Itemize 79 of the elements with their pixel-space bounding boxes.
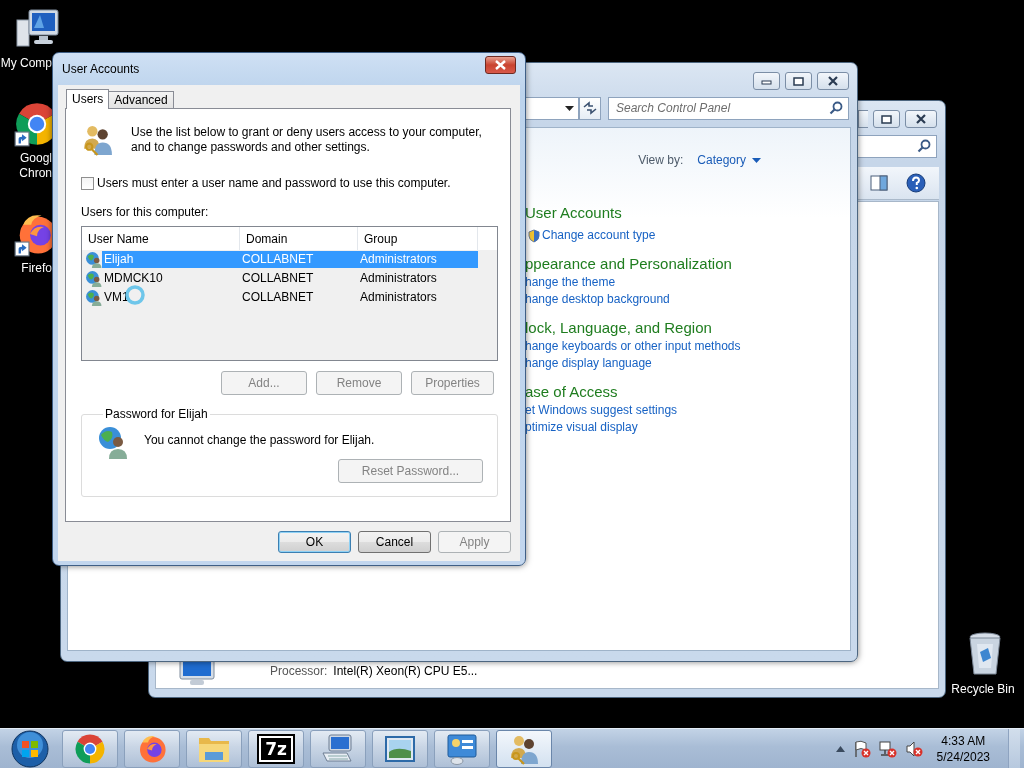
view-by-label: View by: [638, 153, 684, 168]
close-button[interactable] [817, 72, 849, 90]
close-button[interactable] [485, 56, 516, 74]
taskbar-button[interactable] [496, 729, 552, 768]
caret-icon [564, 105, 574, 111]
users-icon [81, 123, 114, 156]
icon-label[interactable]: Googl Chron [0, 151, 52, 181]
password-message: You cannot change the password for Elijah. [144, 433, 375, 448]
maximize-icon [881, 114, 892, 124]
taskbar-button[interactable] [310, 729, 366, 768]
maximize-button[interactable] [873, 110, 900, 128]
taskbar-button[interactable] [62, 729, 118, 768]
start-orb-icon [10, 728, 50, 768]
maximize-icon [793, 76, 804, 86]
volume-muted-icon [904, 739, 923, 758]
clock[interactable]: 4:33 AM 5/24/2023 [930, 732, 1000, 765]
tray-arrow-icon [835, 745, 845, 752]
processor-value: Intel(R) Xeon(R) CPU E5... [333, 663, 478, 679]
dialog-button[interactable]: Cancel [358, 531, 431, 553]
preview-pane-icon [870, 175, 888, 191]
checkbox[interactable] [81, 177, 94, 190]
task-link[interactable]: hange the theme [525, 274, 616, 291]
close-icon [827, 76, 839, 86]
picture-icon [383, 733, 417, 764]
globe-user-icon [85, 251, 102, 268]
icon-label[interactable]: Recycle Bin [951, 682, 1015, 697]
category-heading[interactable]: lock, Language, and Region [525, 318, 850, 338]
icon-label[interactable]: Firefo [0, 261, 52, 276]
taskbar-button[interactable] [434, 729, 490, 768]
column-header[interactable]: User Name [82, 227, 240, 250]
search-icon [917, 139, 931, 153]
close-icon [494, 60, 507, 70]
help-icon [906, 173, 926, 193]
globe-user-icon [85, 270, 102, 287]
maximize-button[interactable] [785, 72, 812, 90]
search-field[interactable]: Search Control Panel [608, 96, 849, 120]
close-icon [915, 114, 927, 124]
window-title: User Accounts [62, 61, 140, 77]
tab[interactable]: Advanced [108, 91, 174, 108]
chrome-icon [74, 732, 106, 765]
taskbar-button[interactable] [124, 729, 180, 768]
app-logo: 7z [259, 735, 293, 762]
group-title: Password for Elijah [104, 407, 209, 421]
column-header[interactable]: Group [358, 227, 478, 250]
category-heading[interactable]: ase of Access [525, 382, 850, 402]
icon-label[interactable]: My Comp [0, 56, 52, 71]
task-link[interactable]: Change account type [542, 227, 656, 244]
close-button[interactable] [905, 110, 937, 128]
task-link[interactable]: hange display language [525, 355, 652, 372]
intro-text: Use the list below to grant or deny users access to your computer, and to change passwords and other settings. [131, 125, 483, 155]
category-heading[interactable]: ppearance and Personalization [525, 254, 850, 274]
taskbar-button[interactable]: 7z [248, 729, 304, 768]
tab[interactable]: Users [66, 89, 110, 109]
globe-user-icon [85, 289, 102, 306]
minimize-button[interactable] [858, 110, 868, 128]
task-link[interactable]: hange keyboards or other input methods [525, 338, 741, 355]
list-row[interactable]: VM1 COLLABNET Administrators [102, 289, 478, 306]
refresh-button[interactable] [579, 96, 601, 120]
action-center-icon [852, 739, 871, 758]
processor-label: Processor: [270, 663, 328, 679]
minimize-icon [761, 77, 772, 85]
task-link[interactable]: ptimize visual display [525, 419, 638, 436]
refresh-icon [582, 101, 598, 115]
task-link[interactable]: hange desktop background [525, 291, 670, 308]
search-icon [829, 101, 843, 115]
category-heading[interactable]: User Accounts [525, 203, 850, 223]
keyboard-monitor-icon [321, 732, 355, 765]
network-icon [878, 739, 897, 758]
globe-user-icon [97, 425, 130, 459]
control-panel-icon [445, 732, 479, 765]
column-header[interactable]: Domain [240, 227, 358, 250]
list-label: Users for this computer: [81, 205, 210, 220]
minimize-button[interactable] [753, 72, 780, 90]
dialog-button[interactable]: OK [278, 531, 351, 553]
task-link[interactable]: et Windows suggest settings [525, 402, 678, 419]
list-row[interactable]: MDMCK10 COLLABNET Administrators [102, 270, 478, 287]
view-by-dropdown[interactable]: Category [697, 153, 761, 168]
taskbar-button[interactable] [372, 729, 428, 768]
checkbox-label[interactable]: Users must enter a user name and password to use this computer. [97, 176, 451, 191]
